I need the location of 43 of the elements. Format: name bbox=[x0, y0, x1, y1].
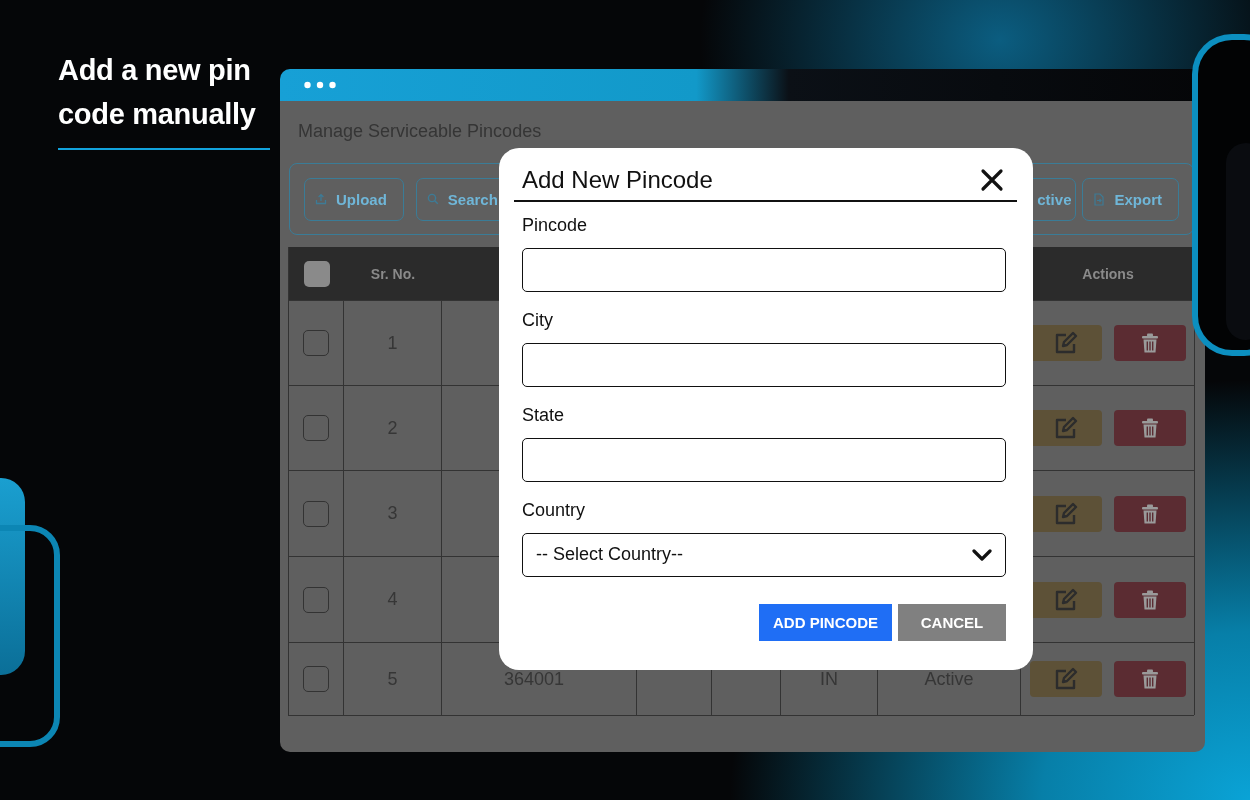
field-label: State bbox=[522, 403, 566, 426]
add-pincode-button[interactable]: ADD PINCODE bbox=[759, 603, 892, 641]
column-header: Sr. No. bbox=[344, 247, 442, 300]
document-icon bbox=[1093, 192, 1106, 206]
upload-button[interactable]: Upload bbox=[304, 177, 404, 221]
delete-button[interactable] bbox=[1113, 661, 1186, 697]
chevron-down-icon bbox=[972, 548, 992, 561]
close-icon bbox=[980, 168, 1004, 192]
promo-heading: Add a new pin code manually bbox=[58, 53, 257, 132]
edit-icon bbox=[1053, 501, 1078, 526]
cancel-button[interactable]: CANCEL bbox=[898, 603, 1006, 641]
delete-button[interactable] bbox=[1113, 581, 1186, 618]
input-field[interactable] bbox=[522, 437, 1006, 482]
export-button[interactable]: Export bbox=[1082, 177, 1179, 221]
close-button[interactable] bbox=[980, 168, 1004, 192]
trash-icon bbox=[1141, 589, 1158, 610]
row-checkbox[interactable] bbox=[303, 500, 329, 527]
dialog-title: Add New Pincode bbox=[522, 166, 713, 194]
upload-icon bbox=[315, 193, 327, 205]
row-checkbox[interactable] bbox=[303, 330, 329, 356]
trash-icon bbox=[1141, 669, 1158, 689]
select-all-checkbox[interactable] bbox=[303, 260, 330, 287]
search-icon bbox=[426, 193, 439, 205]
field-label: Country bbox=[522, 498, 587, 521]
edit-icon bbox=[1053, 667, 1078, 691]
row-checkbox[interactable] bbox=[303, 586, 329, 613]
trash-icon bbox=[1141, 333, 1158, 353]
input-field[interactable] bbox=[522, 342, 1006, 387]
row-checkbox[interactable] bbox=[303, 666, 329, 692]
row-checkbox[interactable] bbox=[303, 415, 329, 441]
edit-icon bbox=[1053, 587, 1078, 612]
trash-icon bbox=[1141, 418, 1158, 438]
delete-button[interactable] bbox=[1113, 325, 1186, 361]
field-label: Pincode bbox=[522, 213, 589, 236]
delete-button[interactable] bbox=[1113, 495, 1186, 532]
input-field[interactable] bbox=[522, 247, 1006, 292]
edit-icon bbox=[1053, 331, 1078, 355]
field-label: City bbox=[522, 308, 554, 331]
delete-button[interactable] bbox=[1113, 410, 1186, 446]
country-dropdown[interactable]: -- Select Country-- bbox=[522, 532, 1006, 577]
trash-icon bbox=[1141, 503, 1158, 524]
edit-icon bbox=[1053, 416, 1078, 440]
window-controls-icon bbox=[304, 81, 336, 89]
